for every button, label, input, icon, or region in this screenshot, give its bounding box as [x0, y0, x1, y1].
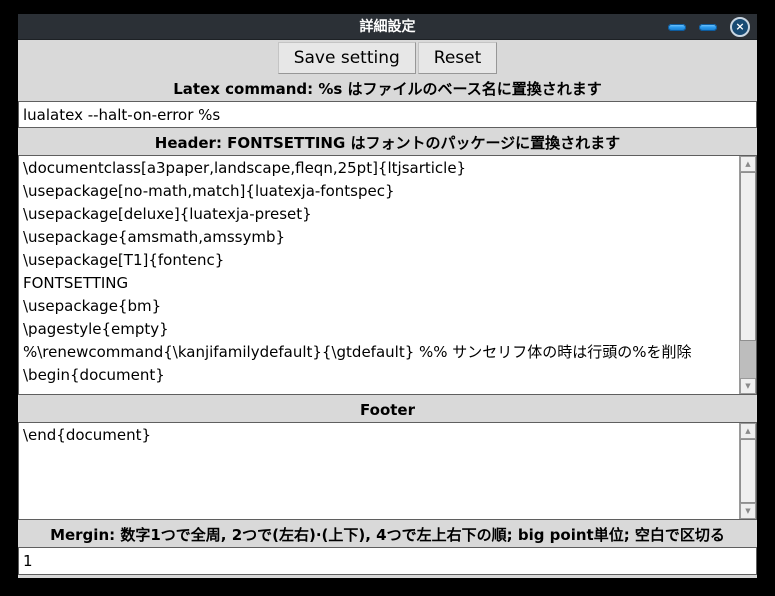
footer-textarea[interactable]: \end{document} [19, 423, 739, 519]
close-icon[interactable]: × [730, 17, 750, 37]
text-line: \usepackage{amsmath,amssymb} [23, 226, 735, 249]
scroll-down-icon[interactable]: ▼ [740, 503, 756, 519]
scroll-up-icon[interactable]: ▲ [740, 423, 756, 439]
maximize-icon[interactable] [699, 24, 717, 31]
footer-scrollbar-track[interactable] [740, 439, 756, 503]
text-line: \end{document} [23, 424, 735, 447]
desktop-background: { "window": { "title": "詳細設定" }, "icons"… [0, 0, 775, 596]
text-line: \begin{document} [23, 364, 735, 387]
titlebar: 詳細設定 × [18, 14, 757, 40]
text-line: FONTSETTING [23, 272, 735, 295]
settings-window: 詳細設定 × Save setting Reset Latex command:… [18, 14, 757, 578]
header-scrollbar[interactable]: ▲ ▼ [739, 156, 756, 394]
text-line: \usepackage[deluxe]{luatexja-preset} [23, 203, 735, 226]
text-line: \usepackage[T1]{fontenc} [23, 249, 735, 272]
text-line: \usepackage{bm} [23, 295, 735, 318]
margin-input[interactable] [18, 547, 757, 575]
latex-command-label: Latex command: %s はファイルのベース名に置換されます [18, 79, 757, 99]
footer-text-widget: \end{document} ▲ ▼ [18, 422, 757, 520]
header-scrollbar-thumb[interactable] [740, 172, 756, 341]
minimize-icon[interactable] [668, 24, 686, 31]
footer-scrollbar-thumb[interactable] [740, 439, 756, 503]
save-setting-button[interactable]: Save setting [278, 42, 416, 74]
text-line: \pagestyle{empty} [23, 318, 735, 341]
header-text-widget: \documentclass[a3paper,landscape,fleqn,2… [18, 155, 757, 395]
action-button-row: Save setting Reset [18, 42, 757, 74]
header-label: Header: FONTSETTING はフォントのパッケージに置換されます [18, 133, 757, 153]
scroll-up-icon[interactable]: ▲ [740, 156, 756, 172]
dialog-content: Save setting Reset Latex command: %s はファ… [18, 40, 757, 578]
footer-scrollbar[interactable]: ▲ ▼ [739, 423, 756, 519]
footer-label: Footer [18, 400, 757, 420]
header-scrollbar-track[interactable] [740, 172, 756, 378]
reset-button[interactable]: Reset [418, 42, 498, 74]
window-title: 詳細設定 [18, 14, 757, 40]
latex-command-input[interactable] [18, 101, 757, 128]
header-textarea[interactable]: \documentclass[a3paper,landscape,fleqn,2… [19, 156, 739, 394]
window-controls: × [668, 14, 750, 40]
text-line: \usepackage[no-math,match]{luatexja-font… [23, 180, 735, 203]
text-line: \documentclass[a3paper,landscape,fleqn,2… [23, 157, 735, 180]
text-line: %\renewcommand{\kanjifamilydefault}{\gtd… [23, 341, 735, 364]
scroll-down-icon[interactable]: ▼ [740, 378, 756, 394]
margin-label: Mergin: 数字1つで全周, 2つで(左右)·(上下), 4つで左上右下の順… [18, 525, 757, 545]
